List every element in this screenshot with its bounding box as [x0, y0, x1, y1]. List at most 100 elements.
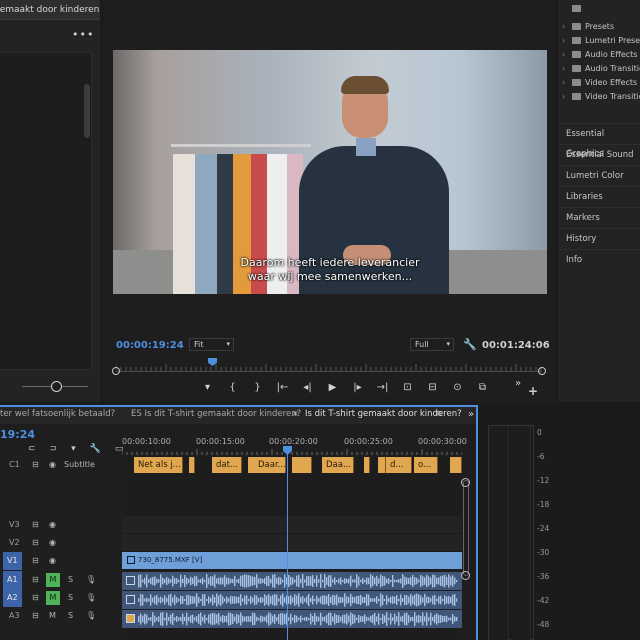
- track-lane[interactable]: [122, 534, 462, 552]
- waveform-sample: [412, 595, 414, 605]
- sync-lock-icon[interactable]: ⊟: [32, 552, 39, 570]
- subtitle-clip[interactable]: [292, 457, 312, 473]
- panel-tab[interactable]: Info: [558, 249, 640, 270]
- solo-button[interactable]: S: [68, 589, 73, 607]
- eye-icon[interactable]: ◉: [49, 516, 56, 534]
- track-name[interactable]: A3: [9, 607, 20, 625]
- lift-icon[interactable]: ⊡: [395, 380, 420, 396]
- mute-button[interactable]: M: [49, 607, 56, 625]
- effects-folder-row[interactable]: › Video Effects: [562, 76, 637, 90]
- more-controls-icon[interactable]: »: [515, 378, 521, 389]
- microphone-icon[interactable]: 🎙: [86, 589, 96, 607]
- sync-lock-icon[interactable]: ⊟: [32, 534, 39, 552]
- snap-icon[interactable]: ⊂: [28, 444, 36, 454]
- sync-lock-icon[interactable]: ⊟: [32, 607, 39, 625]
- microphone-icon[interactable]: 🎙: [86, 571, 96, 589]
- sequence-timecode[interactable]: 19:24: [0, 428, 35, 441]
- panel-tab[interactable]: Essential Graphics: [558, 123, 640, 159]
- compare-icon[interactable]: ⧉: [470, 380, 495, 396]
- extract-icon[interactable]: ⊟: [420, 380, 445, 396]
- panel-tab[interactable]: History: [558, 228, 640, 249]
- subtitle-clip[interactable]: d...: [386, 457, 412, 473]
- marker-icon[interactable]: ▾: [195, 380, 220, 396]
- export-frame-icon[interactable]: ⊙: [445, 380, 470, 396]
- play-icon[interactable]: ▶: [320, 380, 345, 396]
- more-tabs-icon[interactable]: »: [468, 409, 474, 420]
- track-lane[interactable]: [122, 516, 462, 534]
- subtitle-clip[interactable]: Net als j...: [134, 457, 183, 473]
- zoom-slider-knob[interactable]: [51, 381, 62, 392]
- go-to-out-icon[interactable]: →|: [370, 380, 395, 396]
- linked-selection-icon[interactable]: ⊃: [50, 444, 58, 454]
- sequence-tab[interactable]: ter wel fatsoenlijk betaald?: [0, 409, 115, 419]
- solo-button[interactable]: S: [68, 571, 73, 589]
- add-marker-icon[interactable]: ▾: [71, 444, 76, 454]
- mark-out-icon[interactable]: }: [245, 380, 270, 396]
- eye-icon[interactable]: ◉: [49, 552, 56, 570]
- timeline-settings-icon[interactable]: 🔧: [90, 444, 101, 454]
- panel-menu-icon[interactable]: •••: [72, 28, 94, 41]
- button-editor-add-icon[interactable]: +: [528, 384, 538, 398]
- effects-folder-row[interactable]: › Audio Transitions: [562, 62, 640, 76]
- audio-clip[interactable]: [122, 572, 462, 590]
- track-name[interactable]: A1: [3, 571, 22, 589]
- solo-button[interactable]: S: [68, 607, 73, 625]
- panel-tab[interactable]: Markers: [558, 207, 640, 228]
- close-tab-icon[interactable]: ×: [292, 409, 299, 418]
- effects-folder-row[interactable]: › Video Transitions: [562, 90, 640, 104]
- scrollbar-handle[interactable]: [461, 478, 470, 487]
- panel-tab[interactable]: Lumetri Color: [558, 165, 640, 186]
- video-clip[interactable]: 730_8775.MXF [V]: [122, 552, 462, 569]
- waveform-sample: [448, 596, 450, 604]
- waveform-sample: [420, 595, 422, 605]
- timeline-vertical-scrollbar[interactable]: [463, 480, 469, 576]
- subtitle-clip[interactable]: [378, 457, 386, 473]
- subtitle-clip[interactable]: [189, 457, 195, 473]
- ruler-end-handle[interactable]: [538, 367, 546, 375]
- subtitle-clip[interactable]: o...: [414, 457, 438, 473]
- program-video-frame[interactable]: Daarom heeft iedere leverancier waar wij…: [113, 50, 547, 294]
- sync-lock-icon[interactable]: ⊟: [32, 571, 39, 589]
- audio-clip[interactable]: [122, 610, 462, 628]
- subtitle-clip[interactable]: Daar...: [254, 457, 286, 473]
- waveform-sample: [140, 613, 142, 625]
- zoom-level-dropdown[interactable]: Fit ▾: [189, 338, 234, 351]
- panel-tab[interactable]: Essential Sound: [558, 144, 640, 165]
- settings-wrench-icon[interactable]: 🔧: [463, 338, 477, 351]
- current-timecode[interactable]: 00:00:19:24: [116, 340, 184, 351]
- track-name[interactable]: A2: [3, 589, 22, 607]
- waveform-sample: [436, 577, 438, 585]
- subtitle-clip[interactable]: [364, 457, 370, 473]
- mark-in-icon[interactable]: {: [220, 380, 245, 396]
- sequence-tab[interactable]: ES Is dit T-shirt gemaakt door kinderen?: [131, 409, 301, 419]
- audio-clip[interactable]: [122, 591, 462, 609]
- effects-folder-row[interactable]: › Lumetri Presets: [562, 34, 640, 48]
- sync-lock-icon[interactable]: ⊟: [32, 516, 39, 534]
- track-name[interactable]: V1: [3, 552, 22, 570]
- ruler-start-handle[interactable]: [112, 367, 120, 375]
- effects-folder-row[interactable]: › Presets: [562, 20, 614, 34]
- tab-menu-icon[interactable]: ≡: [435, 409, 443, 419]
- resolution-dropdown[interactable]: Full ▾: [410, 338, 454, 351]
- scrollbar-handle[interactable]: [461, 571, 470, 580]
- timeline-playhead-line[interactable]: [287, 446, 288, 640]
- effects-search[interactable]: [562, 2, 585, 16]
- source-scrollbar[interactable]: [84, 84, 90, 138]
- source-panel-tab[interactable]: gemaakt door kinderen?: [0, 0, 100, 20]
- sync-lock-icon[interactable]: ⊟: [32, 456, 39, 474]
- step-back-icon[interactable]: ◂|: [295, 380, 320, 396]
- effects-folder-row[interactable]: › Audio Effects: [562, 48, 637, 62]
- go-to-in-icon[interactable]: |←: [270, 380, 295, 396]
- panel-tab[interactable]: Libraries: [558, 186, 640, 207]
- microphone-icon[interactable]: 🎙: [86, 607, 96, 625]
- sync-lock-icon[interactable]: ⊟: [32, 589, 39, 607]
- eye-icon[interactable]: ◉: [49, 534, 56, 552]
- subtitle-clip[interactable]: [450, 457, 462, 473]
- mute-button[interactable]: M: [46, 573, 60, 587]
- eye-icon[interactable]: ◉: [49, 456, 56, 474]
- waveform-sample: [224, 615, 226, 623]
- subtitle-clip[interactable]: Daa...: [322, 457, 354, 473]
- subtitle-clip[interactable]: dat...: [212, 457, 242, 473]
- mute-button[interactable]: M: [46, 591, 60, 605]
- step-forward-icon[interactable]: |▸: [345, 380, 370, 396]
